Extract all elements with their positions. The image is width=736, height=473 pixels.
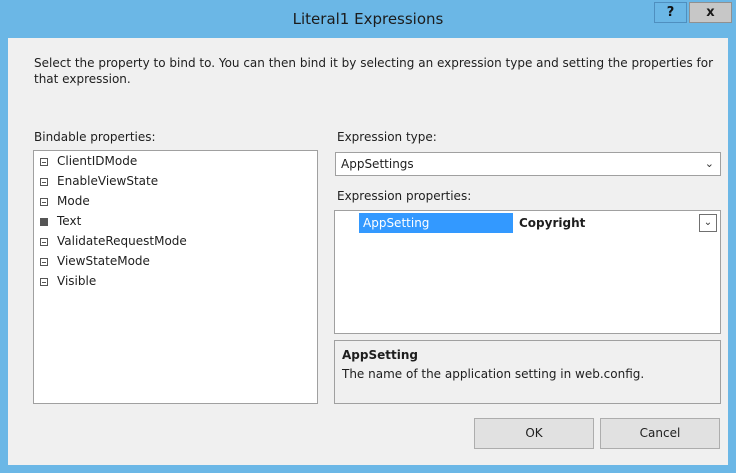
list-item[interactable]: Visible bbox=[34, 271, 317, 291]
property-label: ViewStateMode bbox=[57, 254, 150, 268]
bound-property-icon bbox=[40, 218, 48, 226]
list-item[interactable]: EnableViewState bbox=[34, 171, 317, 191]
property-label: EnableViewState bbox=[57, 174, 159, 188]
list-item[interactable]: ViewStateMode bbox=[34, 251, 317, 271]
property-name-cell[interactable]: AppSetting bbox=[359, 213, 513, 233]
window-title: Literal1 Expressions bbox=[292, 10, 444, 28]
expression-properties-grid[interactable]: AppSetting Copyright ⌄ bbox=[334, 210, 721, 334]
list-item[interactable]: ClientIDMode bbox=[34, 151, 317, 171]
list-item[interactable]: ValidateRequestMode bbox=[34, 231, 317, 251]
list-item[interactable]: Mode bbox=[34, 191, 317, 211]
property-icon bbox=[40, 238, 48, 246]
property-label: ClientIDMode bbox=[57, 154, 138, 168]
help-button[interactable]: ? bbox=[654, 2, 687, 23]
property-label: ValidateRequestMode bbox=[57, 234, 187, 248]
property-icon bbox=[40, 278, 48, 286]
expression-type-label: Expression type: bbox=[337, 130, 437, 144]
dialog-body: Select the property to bind to. You can … bbox=[8, 38, 728, 465]
close-button[interactable]: x bbox=[689, 2, 732, 23]
property-description-panel: AppSetting The name of the application s… bbox=[334, 340, 721, 404]
cancel-button[interactable]: Cancel bbox=[600, 418, 720, 449]
description-text: The name of the application setting in w… bbox=[342, 367, 645, 381]
property-label: Visible bbox=[57, 274, 97, 288]
description-title: AppSetting bbox=[342, 348, 418, 362]
ok-button[interactable]: OK bbox=[474, 418, 594, 449]
property-label: Mode bbox=[57, 194, 90, 208]
property-icon bbox=[40, 158, 48, 166]
chevron-down-icon[interactable]: ⌄ bbox=[699, 214, 717, 232]
title-bar[interactable]: Literal1 Expressions ? x bbox=[0, 0, 736, 38]
property-icon bbox=[40, 178, 48, 186]
bindable-properties-list[interactable]: ClientIDMode EnableViewState Mode Text V… bbox=[33, 150, 318, 404]
intro-text: Select the property to bind to. You can … bbox=[34, 56, 714, 86]
list-item[interactable]: Text bbox=[34, 211, 317, 231]
dialog-window: Literal1 Expressions ? x Select the prop… bbox=[0, 0, 736, 473]
property-icon bbox=[40, 198, 48, 206]
property-icon bbox=[40, 258, 48, 266]
expression-type-select[interactable]: AppSettings ⌄ bbox=[335, 152, 721, 176]
property-value-cell[interactable]: Copyright bbox=[515, 213, 698, 233]
property-grid-row[interactable]: AppSetting Copyright ⌄ bbox=[335, 213, 720, 233]
bindable-properties-label: Bindable properties: bbox=[34, 130, 156, 144]
expression-properties-label: Expression properties: bbox=[337, 189, 472, 203]
expression-type-value: AppSettings bbox=[341, 157, 414, 171]
row-gutter bbox=[335, 213, 359, 233]
property-label: Text bbox=[57, 214, 82, 228]
chevron-down-icon: ⌄ bbox=[704, 157, 714, 170]
